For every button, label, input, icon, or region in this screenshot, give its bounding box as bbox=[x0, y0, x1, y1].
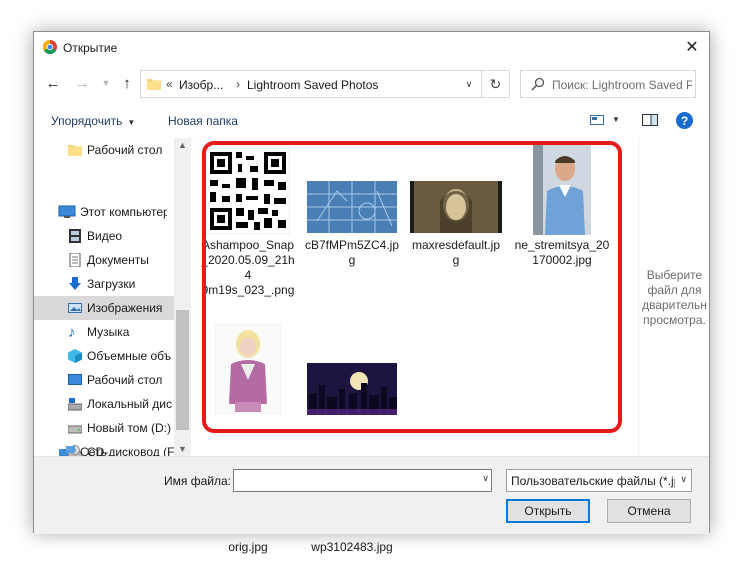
sidebar-item-label: Загрузки bbox=[87, 277, 136, 291]
up-arrow-icon[interactable]: ↑ bbox=[116, 73, 138, 93]
local-disk-icon bbox=[68, 398, 82, 411]
window-title: Открытие bbox=[63, 41, 118, 55]
help-icon[interactable]: ? bbox=[676, 112, 693, 129]
recent-dropdown-icon[interactable]: ▼ bbox=[95, 73, 117, 93]
documents-icon bbox=[69, 253, 81, 267]
scrollbar-thumb[interactable] bbox=[176, 310, 189, 430]
new-folder-button[interactable]: Новая папка bbox=[168, 114, 238, 128]
sidebar-item-music[interactable]: ♪ Музыка bbox=[34, 320, 174, 344]
close-icon[interactable]: ✕ bbox=[677, 32, 707, 62]
chevron-down-icon: ▼ bbox=[127, 118, 136, 127]
open-button[interactable]: Открыть bbox=[506, 499, 590, 523]
sidebar-item-label: Видео bbox=[87, 229, 123, 243]
folder-yellow-icon bbox=[68, 145, 82, 156]
scroll-up-icon[interactable]: ▲ bbox=[174, 140, 190, 150]
music-icon: ♪ bbox=[68, 323, 76, 341]
sidebar-item-label: Документы bbox=[87, 253, 149, 267]
chevron-down-icon[interactable]: ∨ bbox=[482, 473, 489, 484]
preview-pane-icon[interactable] bbox=[642, 113, 658, 127]
sidebar-item-label: Музыка bbox=[87, 325, 130, 339]
view-dropdown-icon[interactable]: ▼ bbox=[612, 115, 620, 124]
sidebar-item-documents[interactable]: Документы bbox=[34, 248, 174, 272]
chrome-icon bbox=[43, 40, 57, 54]
organize-menu[interactable]: Упорядочить ▼ bbox=[51, 114, 135, 128]
sidebar-item-local-disk[interactable]: Локальный дис bbox=[34, 392, 174, 416]
address-dropdown-icon[interactable]: ∨ bbox=[457, 71, 481, 97]
bottom-bar: Имя файла: ∨ Пользовательские файлы (*.j… bbox=[34, 456, 709, 534]
sidebar-item-this-pc[interactable]: Этот компьютер bbox=[34, 200, 174, 224]
sidebar-item-3d-objects[interactable]: Объемные объ bbox=[34, 344, 174, 368]
file-name-line: orig.jpg bbox=[228, 540, 268, 554]
file-type-value: Пользовательские файлы (*.jp bbox=[511, 474, 675, 488]
highlight-frame bbox=[202, 141, 622, 433]
navigation-pane: Рабочий стол Этот компьютер Видео Докуме… bbox=[34, 138, 191, 456]
back-arrow-icon[interactable]: ← bbox=[42, 73, 64, 93]
breadcrumb-chevron-icon[interactable]: › bbox=[236, 77, 240, 91]
sidebar-item-video[interactable]: Видео bbox=[34, 224, 174, 248]
preview-message: Выберите файл для дварительн просмотра. bbox=[639, 268, 710, 328]
video-icon bbox=[69, 229, 81, 243]
file-name-line: wp3102483.jpg bbox=[311, 540, 393, 554]
forward-arrow-icon[interactable]: → bbox=[71, 73, 93, 93]
3d-objects-icon bbox=[68, 349, 82, 363]
sidebar-item-label: Этот компьютер bbox=[80, 205, 167, 219]
preview-pane: Выберите файл для дварительн просмотра. bbox=[638, 138, 710, 456]
sidebar-item-new-volume[interactable]: Новый том (D:) bbox=[34, 416, 174, 440]
view-mode-icon[interactable] bbox=[590, 113, 604, 127]
preview-line: Выберите bbox=[646, 268, 703, 282]
scroll-down-icon[interactable]: ▼ bbox=[174, 444, 190, 454]
preview-line: дварительн bbox=[642, 298, 707, 312]
address-row: ← → ▼ ↑ « Изобр... › Lightroom Saved Pho… bbox=[34, 67, 709, 99]
search-box[interactable]: Поиск: Lightroom Saved Ph... bbox=[520, 70, 696, 98]
sidebar-item-desktop[interactable]: Рабочий стол bbox=[34, 368, 174, 392]
sidebar-item-label: Новый том (D:) bbox=[87, 421, 171, 435]
cancel-button[interactable]: Отмена bbox=[607, 499, 691, 523]
file-name-input[interactable]: ∨ bbox=[233, 469, 492, 492]
search-icon bbox=[531, 77, 545, 91]
file-type-select[interactable]: Пользовательские файлы (*.jp ∨ bbox=[506, 469, 692, 492]
breadcrumb-pictures[interactable]: Изобр... bbox=[179, 78, 223, 92]
file-name: orig.jpg bbox=[200, 540, 296, 555]
sidebar-item-downloads[interactable]: Загрузки bbox=[34, 272, 174, 296]
sidebar-item-label: Объемные объ bbox=[87, 349, 172, 363]
computer-icon bbox=[58, 205, 76, 218]
sidebar-item-pictures[interactable]: Изображения bbox=[34, 296, 174, 320]
open-file-dialog: Открытие ✕ ← → ▼ ↑ « Изобр... › Lightroo… bbox=[33, 31, 710, 554]
preview-line: просмотра. bbox=[643, 313, 706, 327]
address-bar[interactable]: « Изобр... › Lightroom Saved Photos ∨ bbox=[140, 70, 482, 98]
sidebar-item-label: Изображения bbox=[87, 301, 163, 315]
title-bar: Открытие ✕ bbox=[34, 32, 709, 62]
sidebar-item-label: Рабочий стол bbox=[87, 143, 163, 157]
sidebar-item-label: Локальный дис bbox=[87, 397, 172, 411]
sidebar-scrollbar[interactable]: ▲ ▼ bbox=[174, 138, 190, 456]
search-placeholder: Поиск: Lightroom Saved Ph... bbox=[552, 78, 692, 92]
file-name-label: Имя файла: bbox=[164, 474, 231, 488]
sidebar-item-label: Рабочий стол bbox=[87, 373, 163, 387]
folder-icon bbox=[147, 79, 161, 90]
breadcrumb-overflow-icon[interactable]: « bbox=[166, 77, 173, 91]
organize-label: Упорядочить bbox=[51, 114, 123, 128]
desktop-icon bbox=[68, 374, 82, 385]
breadcrumb-current-folder[interactable]: Lightroom Saved Photos bbox=[247, 78, 378, 92]
refresh-icon[interactable]: ↻ bbox=[482, 70, 510, 98]
preview-line: файл для bbox=[647, 283, 702, 297]
file-name: wp3102483.jpg bbox=[304, 540, 400, 555]
sidebar-item-desktop-quick[interactable]: Рабочий стол bbox=[34, 138, 174, 162]
pictures-icon bbox=[68, 303, 82, 313]
chevron-down-icon[interactable]: ∨ bbox=[680, 474, 687, 485]
command-bar: Упорядочить ▼ Новая папка ▼ ? bbox=[34, 108, 709, 136]
drive-icon bbox=[68, 425, 82, 434]
downloads-icon bbox=[69, 277, 81, 290]
